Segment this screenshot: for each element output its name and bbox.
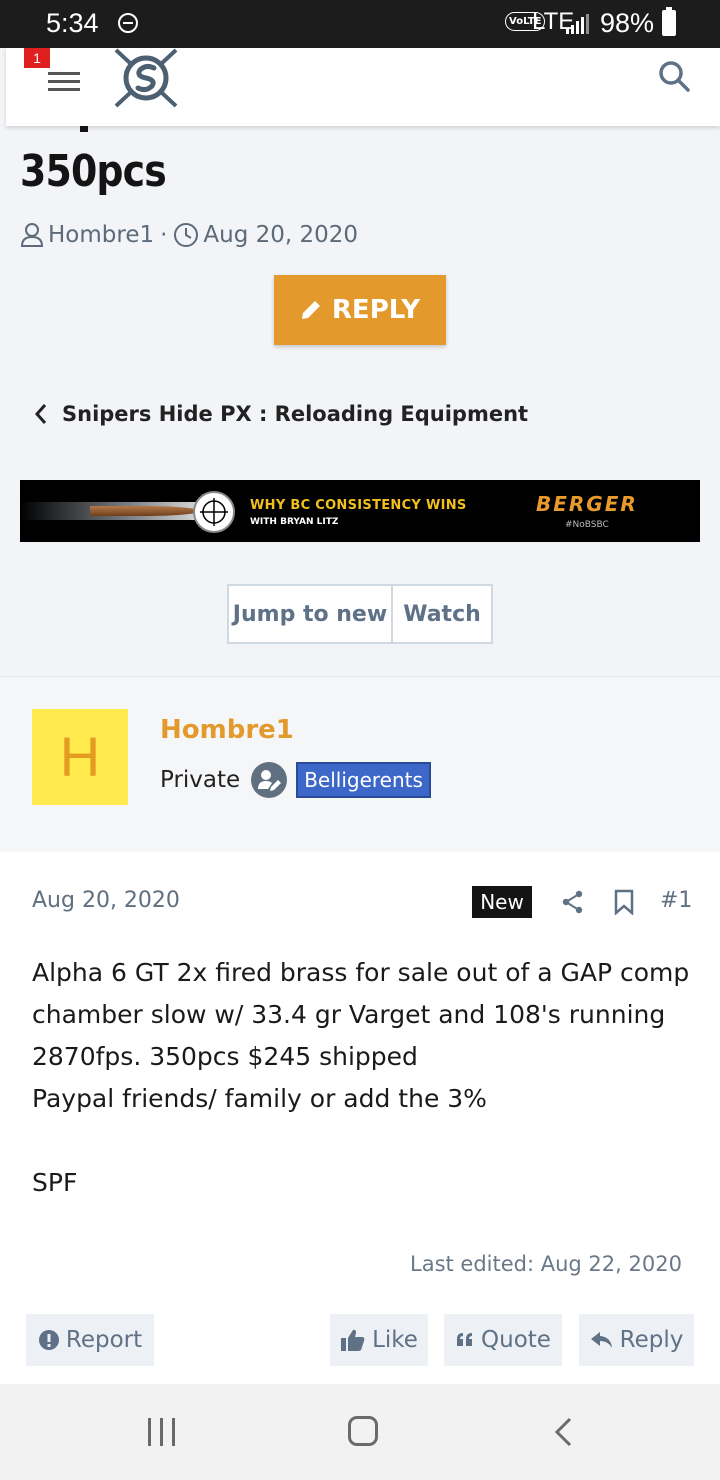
reply-arrow-icon <box>590 1332 612 1348</box>
post-reply-button[interactable]: Reply <box>579 1314 694 1366</box>
battery-icon <box>662 7 676 36</box>
chevron-left-icon <box>34 404 47 424</box>
watch-button[interactable]: Watch <box>393 586 491 642</box>
post-reply-label: Reply <box>619 1327 684 1353</box>
user-group-badge: Belligerents <box>296 762 431 798</box>
breadcrumb-label: Snipers Hide PX : Reloading Equipment <box>62 402 529 426</box>
clock: 5:34 <box>46 8 99 38</box>
notification-badge[interactable]: 1 <box>24 48 50 68</box>
jump-to-new-button[interactable]: Jump to new <box>229 586 393 642</box>
report-button[interactable]: Report <box>26 1314 154 1366</box>
home-icon[interactable] <box>348 1416 378 1446</box>
bookmark-icon[interactable] <box>614 889 634 915</box>
do-not-disturb-icon <box>118 13 138 33</box>
user-rank-row: Private Belligerents <box>160 761 431 799</box>
like-button[interactable]: Like <box>330 1314 428 1366</box>
post-user-block: H Hombre1 Private Belligerents <box>0 676 720 852</box>
message-line: Paypal friends/ family or add the 3% <box>32 1084 487 1113</box>
separator: · <box>160 222 168 248</box>
new-badge: New <box>472 886 532 918</box>
signal-icon <box>566 14 590 34</box>
post-message: Alpha 6 GT 2x fired brass for sale out o… <box>32 952 692 1204</box>
system-nav-bar <box>0 1384 720 1480</box>
quote-label: Quote <box>481 1327 551 1353</box>
post-body: Aug 20, 2020 New #1 Alpha 6 GT 2x fired … <box>0 852 720 1384</box>
recent-apps-icon[interactable] <box>148 1418 176 1446</box>
user-icon <box>20 223 44 247</box>
search-icon[interactable] <box>656 58 692 94</box>
alert-icon <box>38 1330 59 1350</box>
user-rank: Private <box>160 767 241 793</box>
report-label: Report <box>65 1327 143 1353</box>
thread-date[interactable]: Aug 20, 2020 <box>203 222 358 248</box>
ad-banner[interactable]: WHY BC CONSISTENCY WINS WITH BRYAN LITZ … <box>20 480 700 542</box>
thread-author[interactable]: Hombre1 <box>48 222 154 248</box>
message-line: Alpha 6 GT 2x fired brass for sale out o… <box>32 958 690 987</box>
thread-title: 350pcs <box>20 146 167 197</box>
pencil-icon <box>301 301 320 319</box>
banner-headline: WHY BC CONSISTENCY WINS <box>250 498 467 513</box>
thumbs-up-icon <box>341 1329 365 1351</box>
site-logo[interactable] <box>106 48 186 110</box>
reply-button-label: REPLY <box>331 295 421 325</box>
clock-icon <box>174 223 199 247</box>
thread-meta: Hombre1 · Aug 20, 2020 <box>20 222 358 248</box>
reply-button[interactable]: REPLY <box>274 275 446 345</box>
battery-percent: 98% <box>600 8 655 38</box>
share-icon[interactable] <box>562 890 584 914</box>
like-label: Like <box>372 1327 418 1353</box>
thread-button-group: Jump to new Watch <box>227 584 493 644</box>
banner-hashtag: #NoBSBC <box>565 520 609 530</box>
breadcrumb[interactable]: Snipers Hide PX : Reloading Equipment <box>34 402 528 426</box>
banner-brand: BERGER <box>536 492 638 516</box>
banner-subline: WITH BRYAN LITZ <box>250 517 339 527</box>
post-number[interactable]: #1 <box>660 888 692 913</box>
back-icon[interactable] <box>552 1416 574 1448</box>
message-line: SPF <box>32 1168 78 1197</box>
title-overflow <box>22 126 142 134</box>
menu-icon[interactable] <box>48 66 80 96</box>
post-date[interactable]: Aug 20, 2020 <box>32 888 180 913</box>
quote-icon <box>457 1333 473 1346</box>
message-line <box>32 1120 692 1162</box>
avatar[interactable]: H <box>32 709 128 805</box>
bullet-image <box>90 506 200 516</box>
quote-button[interactable]: Quote <box>444 1314 562 1366</box>
snipers-seal-icon <box>193 491 235 533</box>
user-edit-icon <box>251 762 288 798</box>
message-line: chamber slow w/ 33.4 gr Varget and 108's… <box>32 1000 666 1029</box>
status-bar: 5:34 VoLTE LTE 98% <box>0 0 720 48</box>
last-edited: Last edited: Aug 22, 2020 <box>410 1252 682 1276</box>
message-line: 2870fps. 350pcs $245 shipped <box>32 1042 418 1071</box>
post-username[interactable]: Hombre1 <box>160 715 294 745</box>
site-header: 1 <box>6 48 720 126</box>
